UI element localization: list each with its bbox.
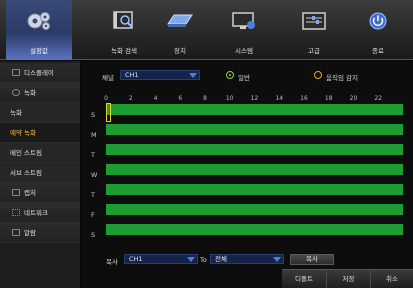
footer-bar: 디폴트 저장 취소 <box>282 269 413 288</box>
hour-label: 10 <box>225 95 234 102</box>
copy-button[interactable]: 복사 <box>290 254 334 265</box>
copy-to-select[interactable]: 전체 <box>210 254 284 264</box>
menu-exit-label: 종료 <box>372 47 384 55</box>
day-label: T <box>91 151 95 159</box>
record-icon <box>12 89 20 96</box>
sidebar-item-label: 예약 녹화 <box>10 129 36 137</box>
hour-label: 16 <box>300 95 308 102</box>
chevron-down-icon <box>273 257 281 262</box>
sidebar-item-network[interactable]: 네트워크 <box>0 203 80 223</box>
schedule-row[interactable] <box>106 164 403 175</box>
monitor-icon <box>232 12 255 29</box>
schedule-row[interactable] <box>106 224 403 235</box>
menu-setup[interactable]: 설정값 <box>6 0 72 60</box>
gear-icon <box>27 12 50 30</box>
menu-system-label: 시스템 <box>235 47 253 55</box>
hard-drive-icon <box>167 14 193 27</box>
save-button[interactable]: 저장 <box>326 270 370 288</box>
sidebar: 디스플레이 녹화 녹화 예약 녹화 메인 스트림 서브 스트림 캡처 네트워크 … <box>0 61 80 288</box>
display-icon <box>12 69 20 76</box>
hour-label: 22 <box>374 95 383 102</box>
alarm-icon <box>12 229 20 236</box>
sidebar-subitem-sub-stream[interactable]: 서브 스트림 <box>0 163 80 183</box>
mode-normal-radio[interactable] <box>226 71 234 79</box>
network-icon <box>12 209 20 216</box>
hour-label: 0 <box>104 95 108 102</box>
sidebar-item-label: 녹화 <box>24 89 36 97</box>
chevron-down-icon <box>187 257 195 262</box>
mode-motion-radio[interactable] <box>314 71 322 79</box>
day-label: S <box>91 111 96 119</box>
channel-label: 채널 <box>102 74 114 82</box>
hour-label: 2 <box>128 95 133 102</box>
channel-select-value: CH1 <box>125 71 139 79</box>
schedule-row[interactable] <box>106 124 403 135</box>
menu-exit[interactable]: 종료 <box>346 0 410 60</box>
chevron-down-icon <box>189 73 197 78</box>
default-button[interactable]: 디폴트 <box>282 270 326 288</box>
hour-label: 12 <box>250 95 259 102</box>
power-icon <box>369 12 387 30</box>
advanced-icon <box>302 12 326 30</box>
sidebar-item-label: 캡처 <box>24 189 36 197</box>
sidebar-item-record[interactable]: 녹화 <box>0 83 80 103</box>
schedule-grid[interactable]: 0 2 4 6 8 10 12 14 16 18 20 22 S M T W T F S <box>82 95 413 243</box>
top-menu-bar: 설정값 녹화 검색 장치 시스템 고급 종료 <box>0 0 413 60</box>
sidebar-subitem-record[interactable]: 녹화 <box>0 103 80 123</box>
menu-advanced[interactable]: 고급 <box>282 0 346 60</box>
day-label: S <box>91 231 96 239</box>
grid-cursor <box>106 103 111 122</box>
sidebar-item-label: 디스플레이 <box>24 69 54 77</box>
menu-device[interactable]: 장치 <box>148 0 212 60</box>
schedule-row[interactable] <box>106 104 403 115</box>
menu-device-label: 장치 <box>174 47 186 55</box>
menu-system[interactable]: 시스템 <box>212 0 276 60</box>
sidebar-item-label: 녹화 <box>10 109 22 117</box>
capture-icon <box>12 189 20 196</box>
day-label: M <box>91 131 97 139</box>
hour-label: 14 <box>275 95 284 102</box>
copy-label: 복사 <box>106 258 118 266</box>
copy-from-select[interactable]: CH1 <box>124 254 198 264</box>
mode-motion-label: 움직임 감지 <box>326 74 358 82</box>
sidebar-item-alarm[interactable]: 알람 <box>0 223 80 243</box>
hour-label: 4 <box>153 95 158 102</box>
copy-from-value: CH1 <box>129 255 143 263</box>
cancel-button[interactable]: 취소 <box>370 270 413 288</box>
day-label: T <box>91 191 95 199</box>
menu-setup-label: 설정값 <box>30 47 48 55</box>
menu-record-search-label: 녹화 검색 <box>111 47 137 55</box>
menu-record-search[interactable]: 녹화 검색 <box>92 0 156 60</box>
hour-label: 6 <box>178 95 183 102</box>
sidebar-item-label: 메인 스트림 <box>10 149 42 157</box>
hour-label: 18 <box>324 95 333 102</box>
copy-to-label: To <box>200 256 207 264</box>
sidebar-item-label: 네트워크 <box>24 209 48 217</box>
sidebar-subitem-schedule[interactable]: 예약 녹화 <box>0 123 80 143</box>
schedule-row[interactable] <box>106 204 403 215</box>
hour-label: 20 <box>349 95 358 102</box>
menu-advanced-label: 고급 <box>308 47 320 55</box>
schedule-row[interactable] <box>106 144 403 155</box>
copy-to-value: 전체 <box>215 255 227 263</box>
day-label: W <box>91 171 98 179</box>
sidebar-item-label: 서브 스트림 <box>10 169 42 177</box>
hour-label: 8 <box>203 95 207 102</box>
schedule-panel: 채널 CH1 일반 움직임 감지 0 2 4 6 8 10 12 14 16 18 20 22 S M T W… <box>82 61 413 288</box>
sidebar-subitem-main-stream[interactable]: 메인 스트림 <box>0 143 80 163</box>
sidebar-item-display[interactable]: 디스플레이 <box>0 63 80 83</box>
day-label: F <box>91 211 95 219</box>
sidebar-item-capture[interactable]: 캡처 <box>0 183 80 203</box>
search-video-icon <box>113 11 133 29</box>
mode-normal-label: 일반 <box>238 74 250 82</box>
channel-select[interactable]: CH1 <box>120 70 200 80</box>
schedule-row[interactable] <box>106 184 403 195</box>
sidebar-item-label: 알람 <box>24 229 36 237</box>
